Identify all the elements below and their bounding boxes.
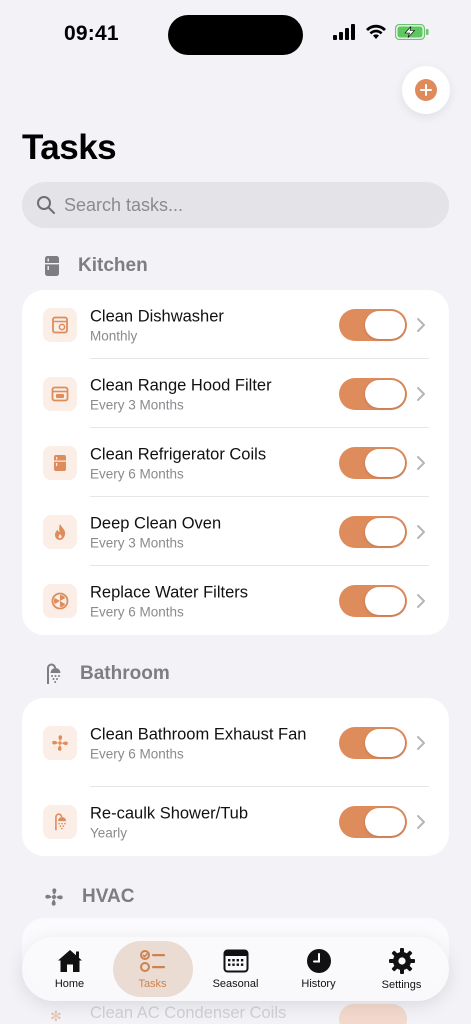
tab-label: Home xyxy=(54,978,85,990)
checklist-icon xyxy=(139,950,165,972)
task-row[interactable]: Clean Range Hood Filter Every 3 Months xyxy=(22,359,449,428)
flame-icon xyxy=(43,514,77,549)
tab-tasks[interactable]: Tasks xyxy=(112,941,193,997)
task-frequency: Monthly xyxy=(90,328,138,343)
task-title[interactable]: Clean AC Condenser Coils xyxy=(90,1004,286,1023)
task-frequency: Every 6 Months xyxy=(90,604,184,619)
task-frequency: Every 3 Months xyxy=(90,535,184,550)
task-frequency: Every 3 Months xyxy=(90,397,184,412)
task-title: Clean Refrigerator Coils xyxy=(90,445,267,463)
clock-icon xyxy=(306,949,331,973)
task-row[interactable]: Clean Bathroom Exhaust Fan Every 6 Month… xyxy=(22,698,449,787)
shower-icon xyxy=(43,804,77,839)
task-row[interactable]: Deep Clean Oven Every 3 Months xyxy=(22,497,449,566)
chevron-right-icon xyxy=(417,386,425,401)
status-icons xyxy=(333,24,429,40)
task-title: Clean Bathroom Exhaust Fan xyxy=(90,725,307,743)
chevron-right-icon xyxy=(417,317,425,332)
battery-charging-icon xyxy=(395,24,429,40)
task-enabled-toggle[interactable] xyxy=(339,515,407,548)
dishwasher-icon xyxy=(43,307,77,342)
tab-home[interactable]: Home xyxy=(30,941,110,997)
tab-seasonal[interactable]: Seasonal xyxy=(196,941,276,997)
chevron-right-icon xyxy=(417,814,425,829)
dynamic-island xyxy=(168,15,303,55)
task-title: Replace Water Filters xyxy=(90,583,249,601)
chevron-right-icon xyxy=(417,524,425,539)
house-icon xyxy=(57,950,82,972)
task-title: Re-caulk Shower/Tub xyxy=(90,804,249,822)
search-icon xyxy=(37,196,55,214)
plus-icon xyxy=(415,79,437,101)
search-bar[interactable] xyxy=(22,182,449,228)
section-title: HVAC xyxy=(82,886,135,907)
section-title: Bathroom xyxy=(80,663,170,684)
page-title: Tasks xyxy=(22,128,117,167)
task-row[interactable]: Re-caulk Shower/Tub Yearly xyxy=(22,787,449,856)
tab-settings[interactable]: Settings xyxy=(362,941,442,997)
task-frequency: Yearly xyxy=(90,825,128,840)
add-task-button[interactable] xyxy=(402,66,450,114)
wifi-icon xyxy=(366,24,386,39)
section-header-kitchen: Kitchen xyxy=(44,255,148,277)
section-title: Kitchen xyxy=(78,255,148,276)
cellular-signal-icon xyxy=(333,24,355,40)
fan-icon xyxy=(43,725,77,760)
chevron-right-icon xyxy=(417,593,425,608)
task-title: Clean Range Hood Filter xyxy=(90,376,272,394)
tab-bar: Home Tasks Seasonal History Settings xyxy=(22,937,449,1001)
task-enabled-toggle[interactable] xyxy=(339,377,407,410)
calendar-icon xyxy=(223,949,248,973)
fridge-icon xyxy=(45,256,59,276)
fridge-icon xyxy=(43,445,77,480)
filter-icon xyxy=(43,583,77,618)
section-header-hvac: HVAC xyxy=(44,886,134,908)
chevron-right-icon xyxy=(417,735,425,750)
kitchen-task-list: Clean Dishwasher Monthly Clean Range Hoo… xyxy=(22,290,449,635)
task-enabled-toggle[interactable] xyxy=(339,1004,407,1024)
status-time: 09:41 xyxy=(64,22,119,45)
search-input[interactable] xyxy=(64,194,424,216)
chevron-right-icon xyxy=(417,455,425,470)
oven-icon xyxy=(43,376,77,411)
task-enabled-toggle[interactable] xyxy=(339,726,407,759)
task-enabled-toggle[interactable] xyxy=(339,805,407,838)
gear-icon xyxy=(388,948,415,974)
fan-icon xyxy=(45,888,63,906)
status-bar: 09:41 xyxy=(0,0,471,70)
task-frequency: Every 6 Months xyxy=(90,746,184,761)
task-row[interactable]: Clean Dishwasher Monthly xyxy=(22,290,449,359)
task-row[interactable]: Replace Water Filters Every 6 Months xyxy=(22,566,449,635)
section-header-bathroom: Bathroom xyxy=(44,663,170,685)
task-enabled-toggle[interactable] xyxy=(339,308,407,341)
task-row[interactable]: Clean Refrigerator Coils Every 6 Months xyxy=(22,428,449,497)
bathroom-task-list: Clean Bathroom Exhaust Fan Every 6 Month… xyxy=(22,698,449,856)
tab-label: History xyxy=(301,978,336,990)
tab-history[interactable]: History xyxy=(279,941,359,997)
tab-label: Settings xyxy=(381,979,422,991)
tab-label: Tasks xyxy=(138,978,167,990)
task-enabled-toggle[interactable] xyxy=(339,584,407,617)
shower-icon xyxy=(47,663,61,684)
tab-label: Seasonal xyxy=(212,978,259,990)
task-enabled-toggle[interactable] xyxy=(339,446,407,479)
task-frequency: Every 6 Months xyxy=(90,466,184,481)
task-title: Deep Clean Oven xyxy=(90,514,222,532)
task-title: Clean Dishwasher xyxy=(90,307,224,325)
snowflake-icon: ✻ xyxy=(50,1008,62,1024)
